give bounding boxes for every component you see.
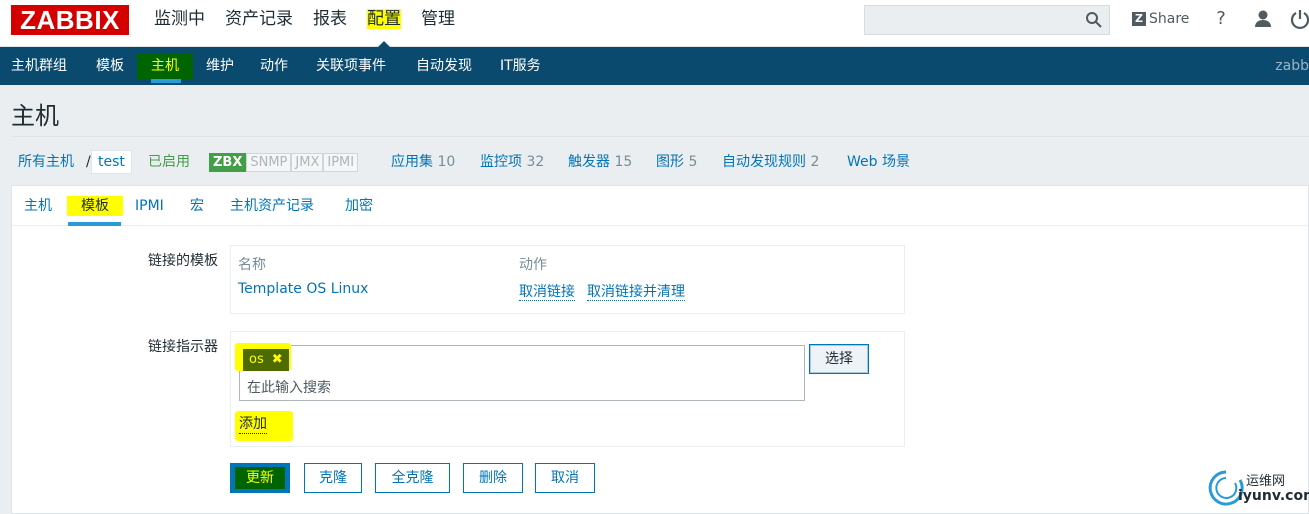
tab-inventory[interactable]: 主机资产记录 xyxy=(230,196,314,216)
sub-menu: 主机群组 模板 主机 维护 动作 关联项事件 自动发现 IT服务 zabb xyxy=(0,47,1309,85)
subnav-templates[interactable]: 模板 xyxy=(96,47,124,85)
link-templates-box: os ✖ 在此输入搜索 选择 添加 xyxy=(230,331,905,447)
subnav-correlation[interactable]: 关联项事件 xyxy=(316,47,386,85)
full-clone-button[interactable]: 全克隆 xyxy=(375,463,450,493)
update-button[interactable]: 更新 xyxy=(230,463,290,493)
host-form-panel: 主机 模板 IPMI 宏 主机资产记录 加密 链接的模板 名称 动作 Templ… xyxy=(11,185,1309,514)
selected-template-chip: os ✖ xyxy=(243,349,289,371)
subnav-username: zabb xyxy=(1275,58,1309,74)
menu-monitoring[interactable]: 监测中 xyxy=(145,0,214,40)
subnav-it-services[interactable]: IT服务 xyxy=(500,47,541,85)
discovery-rules-link[interactable]: 自动发现规则 2 xyxy=(722,151,819,173)
breadcrumb-separator: / xyxy=(86,154,91,170)
tab-ipmi[interactable]: IPMI xyxy=(135,196,164,216)
subnav-host-groups[interactable]: 主机群组 xyxy=(11,47,67,85)
watermark-text-domain: iyunv.com xyxy=(1238,488,1309,504)
subnav-discovery[interactable]: 自动发现 xyxy=(416,47,472,85)
tab-encryption[interactable]: 加密 xyxy=(345,196,373,216)
all-hosts-link[interactable]: 所有主机 xyxy=(18,151,74,173)
graphs-link[interactable]: 图形 5 xyxy=(656,151,697,173)
search-icon[interactable] xyxy=(1085,11,1103,29)
jmx-badge: JMX xyxy=(291,153,324,172)
template-multiselect[interactable]: os ✖ 在此输入搜索 xyxy=(235,343,805,401)
subnav-maintenance[interactable]: 维护 xyxy=(206,47,234,85)
main-menu: 监测中 资产记录 报表 配置 管理 xyxy=(145,0,466,48)
applications-link[interactable]: 应用集 10 xyxy=(391,151,455,173)
menu-inventory[interactable]: 资产记录 xyxy=(216,0,302,40)
unlink-button[interactable]: 取消链接 xyxy=(519,281,575,301)
zabbix-logo[interactable]: ZABBIX xyxy=(11,5,129,35)
ipmi-badge: IPMI xyxy=(323,153,359,172)
share-link[interactable]: Z Share xyxy=(1132,10,1189,28)
clone-button[interactable]: 克隆 xyxy=(304,463,362,493)
host-navigation-bar: 所有主机 / test 已启用 ZBX SNMP JMX IPMI 应用集 10… xyxy=(11,136,1309,186)
tab-host[interactable]: 主机 xyxy=(24,196,52,216)
watermark-text-cn: 运维网 xyxy=(1246,474,1286,489)
menu-configuration[interactable]: 配置 xyxy=(358,0,410,48)
delete-button[interactable]: 删除 xyxy=(463,463,523,493)
snmp-badge: SNMP xyxy=(246,153,292,172)
template-os-linux-link[interactable]: Template OS Linux xyxy=(238,281,368,297)
host-name-link[interactable]: test xyxy=(91,150,132,174)
logout-icon[interactable] xyxy=(1289,8,1309,30)
help-icon[interactable]: ? xyxy=(1210,8,1232,30)
linked-templates-label: 链接的模板 xyxy=(148,253,218,269)
link-new-templates-label: 链接指示器 xyxy=(148,339,218,355)
tab-templates[interactable]: 模板 xyxy=(67,196,123,216)
web-scenarios-link[interactable]: Web 场景 xyxy=(847,151,910,173)
menu-reports[interactable]: 报表 xyxy=(304,0,356,40)
select-template-button[interactable]: 选择 xyxy=(809,344,869,374)
linked-templates-table: 名称 动作 Template OS Linux 取消链接 取消链接并清理 xyxy=(230,245,905,314)
host-status-enabled[interactable]: 已启用 xyxy=(148,151,190,173)
share-z-icon: Z xyxy=(1132,12,1146,26)
page-title: 主机 xyxy=(11,102,59,130)
user-profile-icon[interactable] xyxy=(1252,8,1274,30)
subnav-actions[interactable]: 动作 xyxy=(260,47,288,85)
availability-indicators: ZBX SNMP JMX IPMI xyxy=(209,153,359,172)
column-action-header: 动作 xyxy=(519,257,547,273)
subnav-hosts[interactable]: 主机 xyxy=(137,53,193,79)
cancel-button[interactable]: 取消 xyxy=(535,463,595,493)
subnav-active-indicator xyxy=(151,79,181,83)
tab-active-indicator xyxy=(68,222,121,226)
items-link[interactable]: 监控项 32 xyxy=(480,151,544,173)
column-name-header: 名称 xyxy=(238,257,266,273)
unlink-and-clear-button[interactable]: 取消链接并清理 xyxy=(587,281,685,301)
menu-administration[interactable]: 管理 xyxy=(412,0,464,40)
tab-bar: 主机 模板 IPMI 宏 主机资产记录 加密 xyxy=(12,186,1308,226)
search-input[interactable] xyxy=(864,5,1110,35)
remove-chip-icon[interactable]: ✖ xyxy=(272,349,283,371)
top-header: ZABBIX 监测中 资产记录 报表 配置 管理 Z Share ? xyxy=(0,0,1309,48)
template-search-input[interactable]: 在此输入搜索 xyxy=(247,377,331,397)
triggers-link[interactable]: 触发器 15 xyxy=(568,151,632,173)
zbx-badge: ZBX xyxy=(209,153,247,172)
add-template-link[interactable]: 添加 xyxy=(239,415,267,434)
watermark: 运维网 iyunv.com xyxy=(1206,468,1309,508)
tab-macros[interactable]: 宏 xyxy=(190,196,204,216)
